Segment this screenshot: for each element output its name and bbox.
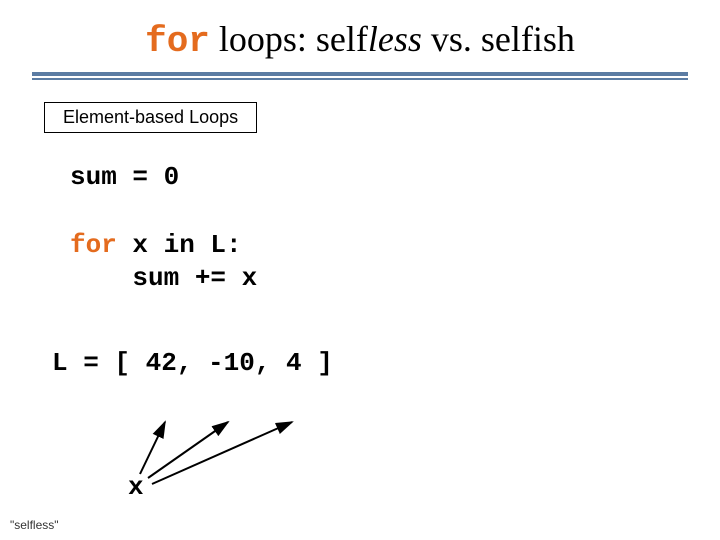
- title-text-2: vs. selfish: [422, 19, 575, 59]
- code-keyword-for: for: [70, 230, 117, 260]
- title-text-1: loops: self: [210, 19, 368, 59]
- title-italic: less: [368, 19, 422, 59]
- code-block: sum = 0 for x in L: sum += x: [70, 161, 720, 296]
- code-line-1: sum = 0: [70, 162, 179, 192]
- code-line-2-rest: x in L:: [117, 230, 242, 260]
- title-keyword: for: [145, 21, 210, 62]
- section-badge: Element-based Loops: [44, 102, 257, 133]
- variable-x: x: [128, 472, 144, 502]
- slide-title: for loops: selfless vs. selfish: [0, 0, 720, 72]
- footer-note: "selfless": [10, 518, 59, 532]
- title-underline: [32, 72, 688, 80]
- code-line-3: sum += x: [70, 263, 257, 293]
- list-definition: L = [ 42, -10, 4 ]: [52, 348, 720, 378]
